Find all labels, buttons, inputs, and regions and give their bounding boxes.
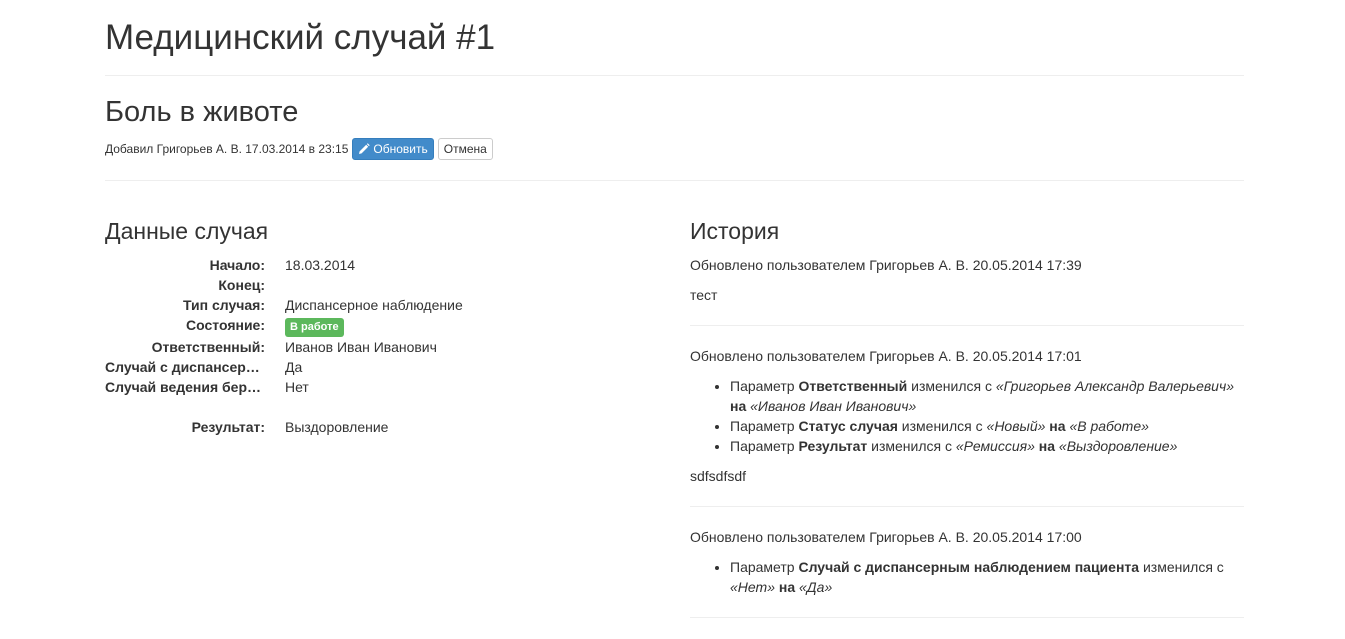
cancel-button[interactable]: Отмена (437, 138, 493, 160)
history-panel: История Обновлено пользователем Григорье… (690, 217, 1244, 638)
field-pregnancy: Случай ведения беременности Нет (105, 377, 690, 397)
field-value: Да (285, 359, 303, 375)
change-from: «Ремиссия» (955, 438, 1035, 454)
change-to: «Выздоровление» (1058, 438, 1178, 454)
history-entry-comment: sdfsdfsdf (690, 468, 747, 484)
page-container: Медицинский случай #1 Боль в животе Доба… (105, 0, 1244, 638)
field-label: Ответственный: (151, 339, 265, 355)
field-label: Тип случая: (183, 297, 265, 313)
change-to: «Да» (799, 579, 833, 595)
field-value: 18.03.2014 (285, 257, 356, 273)
history-entry: Обновлено пользователем Григорьев А. В. … (690, 255, 1244, 326)
case-title: Боль в животе (105, 96, 299, 128)
field-end: Конец: (105, 275, 690, 295)
field-value: Диспансерное наблюдение (285, 297, 463, 313)
field-label: Конец: (218, 277, 265, 293)
added-by-text: Добавил Григорьев А. В. 17.03.2014 в 23:… (105, 142, 349, 156)
field-dispensary: Случай с диспансерным наблюдением пациен… (105, 357, 690, 377)
change-param: Статус случая (798, 418, 898, 434)
history-entry-comment: тест (690, 287, 718, 303)
field-label: Состояние: (186, 317, 265, 333)
change-list: Параметр Ответственный изменился с «Григ… (690, 376, 1244, 456)
case-header: Боль в животе Добавил Григорьев А. В. 17… (105, 76, 1244, 181)
page-title: Медицинский случай #1 (105, 18, 496, 57)
details-list: Начало: 18.03.2014 Конец: Тип случая: Ди… (105, 255, 690, 437)
field-label: Результат: (191, 419, 265, 435)
change-item: Параметр Статус случая изменился с «Новы… (730, 416, 1244, 436)
case-meta: Добавил Григорьев А. В. 17.03.2014 в 23:… (105, 138, 1244, 160)
case-details: Данные случая Начало: 18.03.2014 Конец: … (105, 217, 690, 638)
field-result: Результат: Выздоровление (105, 417, 690, 437)
update-button[interactable]: Обновить (352, 138, 434, 160)
content-row: Данные случая Начало: 18.03.2014 Конец: … (105, 217, 1244, 638)
pencil-icon (359, 143, 371, 154)
change-to: «В работе» (1069, 418, 1149, 434)
history-entry: Обновлено пользователем Григорьев А. В. … (690, 346, 1244, 507)
history-entry-header: Обновлено пользователем Григорьев А. В. … (690, 257, 1082, 273)
details-title: Данные случая (105, 218, 269, 244)
field-value: Выздоровление (285, 419, 389, 435)
field-value: Иванов Иван Иванович (285, 339, 437, 355)
change-item: Параметр Случай с диспансерным наблюдени… (730, 557, 1244, 597)
page-header: Медицинский случай #1 (105, 0, 1244, 76)
field-case-type: Тип случая: Диспансерное наблюдение (105, 295, 690, 315)
status-badge: В работе (285, 318, 344, 337)
history-entry: Обновлено пользователем Григорьев А. В. … (690, 527, 1244, 618)
field-start: Начало: 18.03.2014 (105, 255, 690, 275)
change-item: Параметр Результат изменился с «Ремиссия… (730, 436, 1244, 456)
change-param: Случай с диспансерным наблюдением пациен… (798, 559, 1140, 575)
field-value: Нет (285, 379, 309, 395)
change-param: Ответственный (798, 378, 908, 394)
field-status: Состояние: В работе (105, 315, 690, 337)
change-to: «Иванов Иван Иванович» (750, 398, 917, 414)
change-from: «Новый» (986, 418, 1046, 434)
update-button-label: Обновить (373, 142, 428, 156)
field-responsible: Ответственный: Иванов Иван Иванович (105, 337, 690, 357)
field-label: Начало: (209, 257, 265, 273)
change-list: Параметр Случай с диспансерным наблюдени… (690, 557, 1244, 597)
history-entry-header: Обновлено пользователем Григорьев А. В. … (690, 529, 1082, 545)
history-title: История (690, 218, 780, 244)
field-label: Случай с диспансерным наблюдением пациен… (105, 359, 265, 375)
change-param: Результат (798, 438, 868, 454)
history-entry-header: Обновлено пользователем Григорьев А. В. … (690, 348, 1082, 364)
change-from: «Нет» (730, 579, 775, 595)
field-label: Случай ведения беременности (105, 379, 265, 395)
change-item: Параметр Ответственный изменился с «Григ… (730, 376, 1244, 416)
change-from: «Григорьев Александр Валерьевич» (995, 378, 1234, 394)
